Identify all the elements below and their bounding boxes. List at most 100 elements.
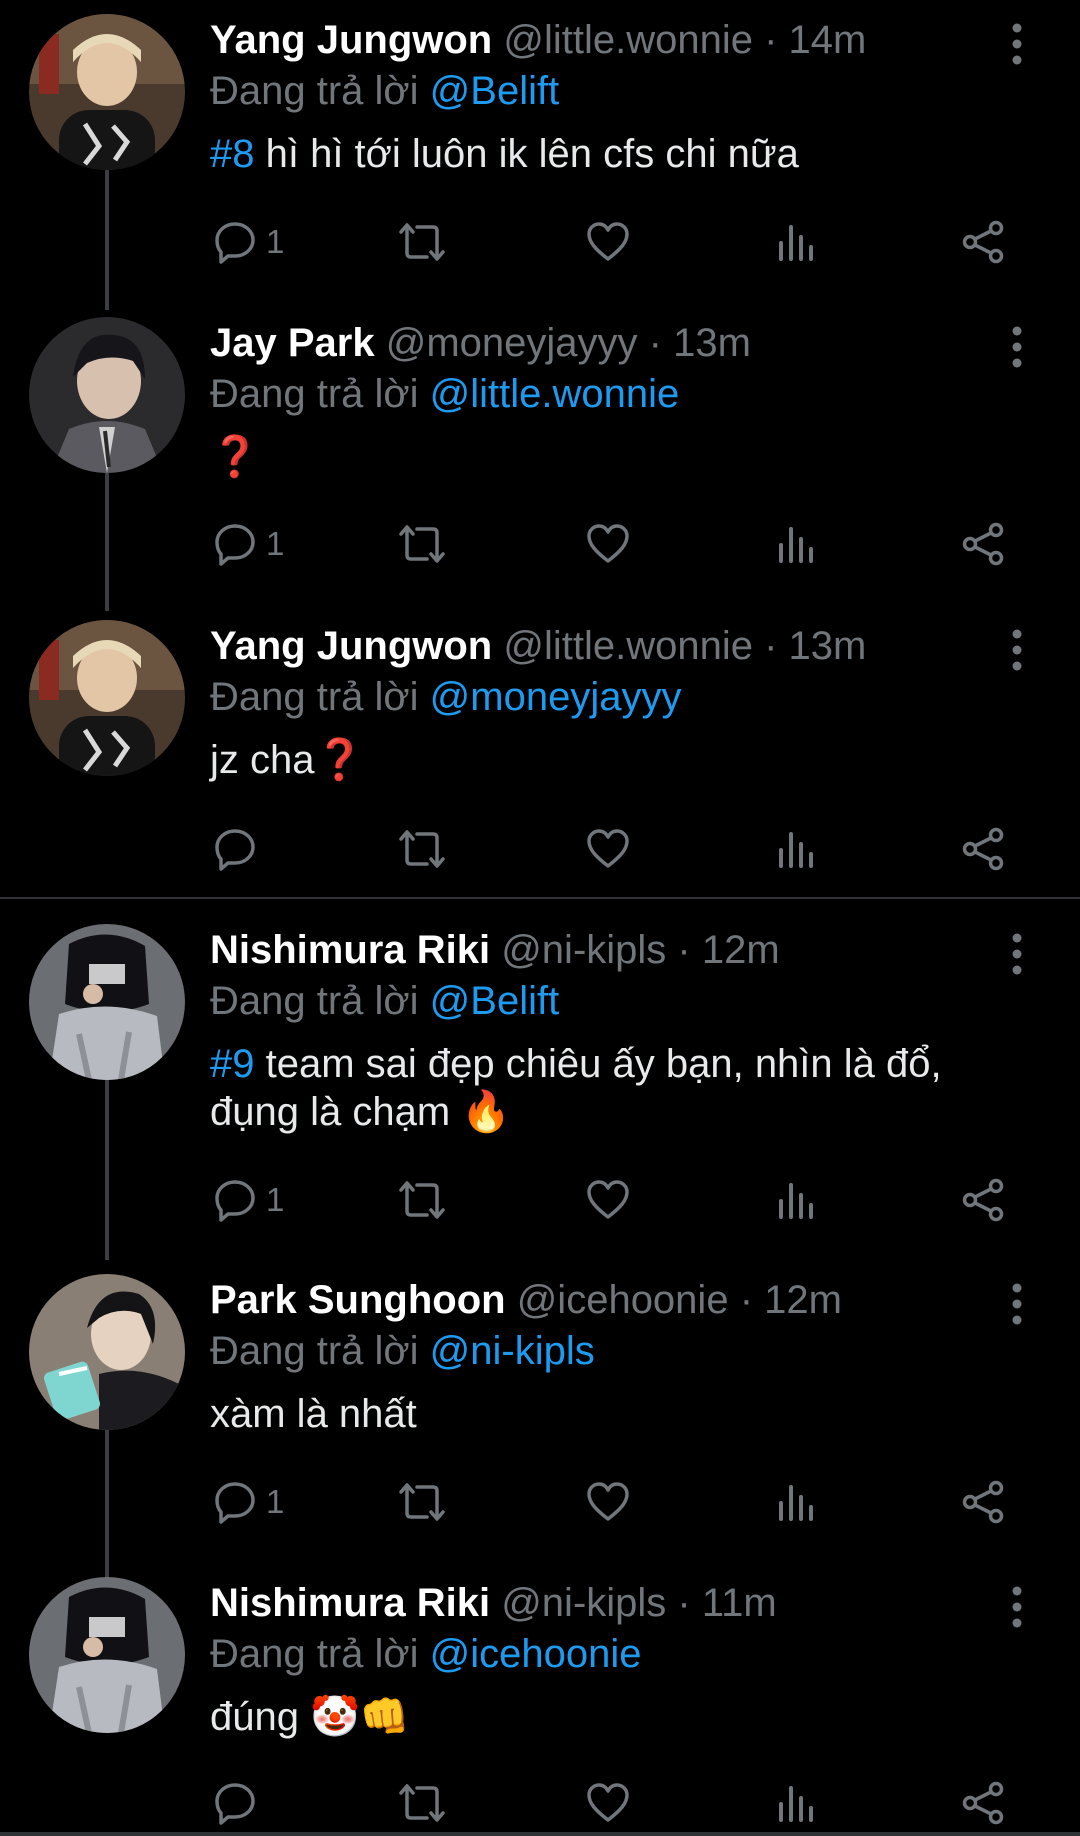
like-button[interactable] (585, 1170, 631, 1230)
user-handle[interactable]: @ni-kipls (501, 928, 666, 972)
like-button[interactable] (585, 1773, 631, 1833)
display-name[interactable]: Park Sunghoon (210, 1278, 506, 1322)
tweet[interactable]: Jay Park @moneyjayyy · 13m Đang trả lời … (0, 303, 1080, 611)
timestamp[interactable]: 13m (673, 321, 751, 365)
reply-icon (212, 521, 258, 567)
avatar[interactable] (29, 924, 185, 1080)
tweet-actions: 1 (0, 1170, 1080, 1230)
like-button[interactable] (585, 514, 631, 574)
user-handle[interactable]: @little.wonnie (503, 18, 753, 62)
tweet[interactable]: Park Sunghoon @icehoonie · 12m Đang trả … (0, 1260, 1080, 1580)
like-button[interactable] (585, 1472, 631, 1532)
reply-button[interactable]: 1 (212, 1170, 284, 1230)
share-button[interactable] (960, 1773, 1006, 1833)
replying-to-handle[interactable]: @moneyjayyy (430, 675, 682, 719)
hashtag-link[interactable]: #8 (210, 132, 255, 176)
retweet-button[interactable] (397, 212, 447, 272)
tweet-body-text: xàm là nhất (210, 1392, 417, 1436)
more-icon[interactable] (1005, 1583, 1029, 1631)
user-handle[interactable]: @little.wonnie (503, 624, 753, 668)
avatar[interactable] (29, 317, 185, 473)
more-icon[interactable] (1005, 20, 1029, 68)
display-name[interactable]: Yang Jungwon (210, 18, 492, 62)
views-icon (776, 1177, 816, 1223)
timestamp[interactable]: 11m (702, 1581, 777, 1625)
avatar[interactable] (29, 1274, 185, 1430)
like-icon (585, 1479, 631, 1525)
tweet-actions: 1 (0, 514, 1080, 574)
retweet-button[interactable] (397, 514, 447, 574)
reply-button[interactable] (212, 1773, 266, 1833)
reply-icon (212, 1177, 258, 1223)
reply-button[interactable]: 1 (212, 514, 284, 574)
like-icon (585, 219, 631, 265)
tweet-text: #8 hì hì tới luôn ik lên cfs chi nữa (210, 130, 1030, 178)
views-icon (776, 219, 816, 265)
replying-to-handle[interactable]: @icehoonie (430, 1632, 642, 1676)
avatar[interactable] (29, 14, 185, 170)
replying-to-handle[interactable]: @ni-kipls (430, 1329, 595, 1373)
like-button[interactable] (585, 819, 631, 879)
more-icon[interactable] (1005, 626, 1029, 674)
replying-label: Đang trả lời (210, 675, 419, 719)
tweet[interactable]: Nishimura Riki @ni-kipls · 12m Đang trả … (0, 910, 1080, 1260)
tweet[interactable]: Yang Jungwon @little.wonnie · 13m Đang t… (0, 606, 1080, 896)
retweet-button[interactable] (397, 1472, 447, 1532)
views-button[interactable] (776, 514, 816, 574)
retweet-button[interactable] (397, 1170, 447, 1230)
share-button[interactable] (960, 212, 1006, 272)
tweet-text: xàm là nhất (210, 1390, 1030, 1438)
display-name[interactable]: Nishimura Riki (210, 928, 490, 972)
more-icon[interactable] (1005, 323, 1029, 371)
share-icon (960, 1479, 1006, 1525)
reply-button[interactable] (212, 819, 266, 879)
tweet-actions: 1 (0, 1472, 1080, 1532)
reply-button[interactable]: 1 (212, 1472, 284, 1532)
separator-dot: · (677, 928, 691, 972)
views-button[interactable] (776, 1472, 816, 1532)
avatar[interactable] (29, 1577, 185, 1733)
share-button[interactable] (960, 819, 1006, 879)
share-icon (960, 521, 1006, 567)
replying-to-handle[interactable]: @Belift (430, 979, 560, 1023)
more-icon[interactable] (1005, 930, 1029, 978)
tweet-header: Yang Jungwon @little.wonnie · 13m (210, 620, 866, 672)
replying-to-handle[interactable]: @little.wonnie (430, 372, 680, 416)
share-icon (960, 826, 1006, 872)
tweet-body-text: đúng 🤡👊 (210, 1695, 410, 1739)
user-handle[interactable]: @moneyjayyy (386, 321, 638, 365)
timestamp[interactable]: 13m (789, 624, 867, 668)
user-handle[interactable]: @icehoonie (517, 1278, 729, 1322)
like-button[interactable] (585, 212, 631, 272)
tweet[interactable]: Nishimura Riki @ni-kipls · 11m Đang trả … (0, 1563, 1080, 1833)
retweet-icon (397, 521, 447, 567)
share-button[interactable] (960, 1472, 1006, 1532)
user-handle[interactable]: @ni-kipls (501, 1581, 666, 1625)
reply-button[interactable]: 1 (212, 212, 284, 272)
views-button[interactable] (776, 1170, 816, 1230)
views-button[interactable] (776, 819, 816, 879)
more-icon[interactable] (1005, 1280, 1029, 1328)
views-button[interactable] (776, 1773, 816, 1833)
retweet-button[interactable] (397, 1773, 447, 1833)
views-icon (776, 1780, 816, 1826)
avatar[interactable] (29, 620, 185, 776)
retweet-button[interactable] (397, 819, 447, 879)
hashtag-link[interactable]: #9 (210, 1042, 255, 1086)
timestamp[interactable]: 12m (702, 928, 780, 972)
display-name[interactable]: Jay Park (210, 321, 375, 365)
retweet-icon (397, 1780, 447, 1826)
share-button[interactable] (960, 1170, 1006, 1230)
timestamp[interactable]: 14m (789, 18, 867, 62)
views-button[interactable] (776, 212, 816, 272)
replying-to: Đang trả lời @icehoonie (210, 1628, 642, 1680)
replying-to-handle[interactable]: @Belift (430, 69, 560, 113)
reply-icon (212, 1780, 258, 1826)
share-button[interactable] (960, 514, 1006, 574)
tweet[interactable]: Yang Jungwon @little.wonnie · 14m Đang t… (0, 0, 1080, 310)
timestamp[interactable]: 12m (764, 1278, 842, 1322)
tweet-actions (0, 819, 1080, 879)
tweet-header: Nishimura Riki @ni-kipls · 12m (210, 924, 780, 976)
display-name[interactable]: Nishimura Riki (210, 1581, 490, 1625)
display-name[interactable]: Yang Jungwon (210, 624, 492, 668)
